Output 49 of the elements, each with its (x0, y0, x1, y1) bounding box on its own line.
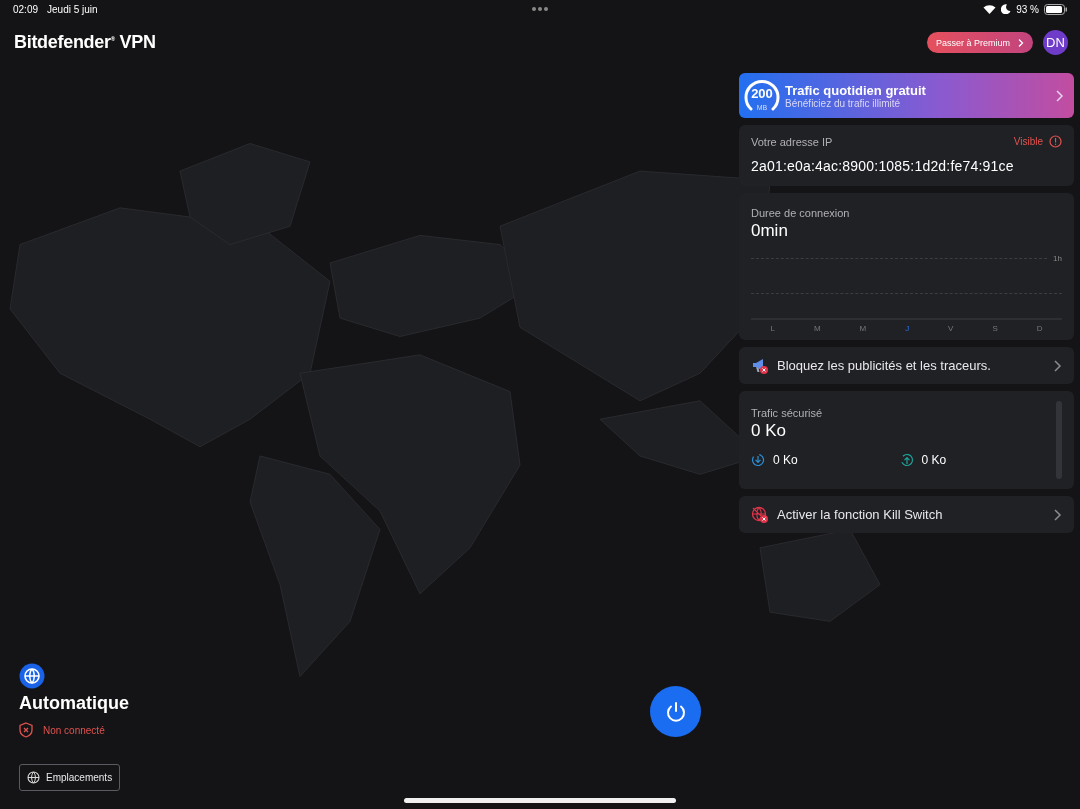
info-icon (1049, 135, 1062, 148)
home-indicator[interactable] (404, 798, 676, 803)
connection-status: Non connecté (43, 724, 105, 736)
battery-percent: 93 % (1016, 3, 1039, 15)
app-logo: Bitdefender$^{®}$ VPN (14, 32, 156, 53)
day-label: V (948, 324, 954, 333)
gauge-value: 200 (750, 85, 774, 101)
day-label: M (859, 324, 867, 333)
globe-blocked-icon (751, 505, 769, 524)
day-label: D (1036, 324, 1043, 333)
status-time: 02:09 (13, 3, 39, 15)
upload-amount: 0 Ko (921, 453, 947, 467)
chevron-icon (1017, 37, 1024, 48)
day-label: J (905, 324, 910, 333)
chevron-icon (1052, 358, 1062, 373)
axis-label: 1h (1053, 253, 1062, 263)
promo-title: Trafic quotidien gratuit (785, 82, 927, 98)
ip-label: Votre adresse IP (751, 135, 833, 148)
power-button[interactable] (650, 686, 701, 737)
day-label: M (813, 324, 821, 333)
download-icon (751, 453, 765, 467)
status-date: Jeudi 5 juin (47, 3, 98, 15)
duration-label: Duree de connexion (751, 207, 851, 219)
shield-x-icon (19, 722, 33, 738)
chevron-icon (1052, 507, 1062, 522)
wifi-icon (983, 4, 997, 14)
megaphone-icon (751, 356, 769, 375)
traffic-label: Trafic sécurisé (751, 407, 824, 419)
battery-icon (1044, 3, 1068, 15)
kill-switch-row[interactable]: Activer la fonction Kill Switch (739, 496, 1074, 533)
moon-icon (1001, 4, 1012, 14)
location-name: Automatique (19, 693, 129, 714)
upgrade-button[interactable]: Passer à Premium (926, 32, 1033, 53)
duration-value: 0min (751, 221, 789, 241)
user-avatar[interactable]: DN (1043, 30, 1068, 55)
more-dots-icon (532, 7, 549, 11)
day-label: S (992, 324, 998, 333)
adblock-row[interactable]: Bloquez les publicités et les traceurs. (739, 347, 1074, 384)
upload-icon (899, 453, 914, 467)
chevron-icon (1054, 88, 1064, 103)
locations-button[interactable]: Emplacements (19, 764, 121, 791)
ip-address: 2a01:e0a:4ac:8900:1085:1d2d:fe74:91ce (751, 158, 1015, 174)
globe-icon (27, 771, 40, 784)
day-label: L (770, 324, 775, 333)
ip-status: Visible (1013, 136, 1043, 147)
globe-icon (19, 663, 45, 689)
download-amount: 0 Ko (773, 453, 798, 467)
traffic-total: 0 Ko (751, 421, 787, 441)
promo-subtitle: Bénéficiez du trafic illimité (785, 97, 901, 109)
